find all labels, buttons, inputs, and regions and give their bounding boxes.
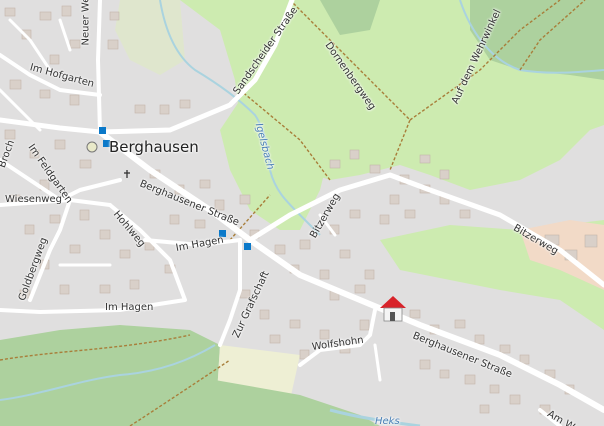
stream-label-heks: Heks	[375, 416, 400, 426]
bus-stop-icon[interactable]	[244, 243, 251, 250]
map-canvas[interactable]: Berghausen Neuer Weg Im Hofgarten Broch …	[0, 0, 604, 426]
street-label-neuer-weg: Neuer Weg	[80, 0, 92, 46]
place-label: Berghausen	[109, 138, 199, 156]
street-label-im-hagen-west: Im Hagen	[105, 302, 154, 313]
bus-stop-icon[interactable]	[99, 127, 106, 134]
village-icon	[86, 141, 98, 153]
map-layer	[0, 0, 604, 426]
street-label-wiesenweg: Wiesenweg	[5, 194, 62, 205]
